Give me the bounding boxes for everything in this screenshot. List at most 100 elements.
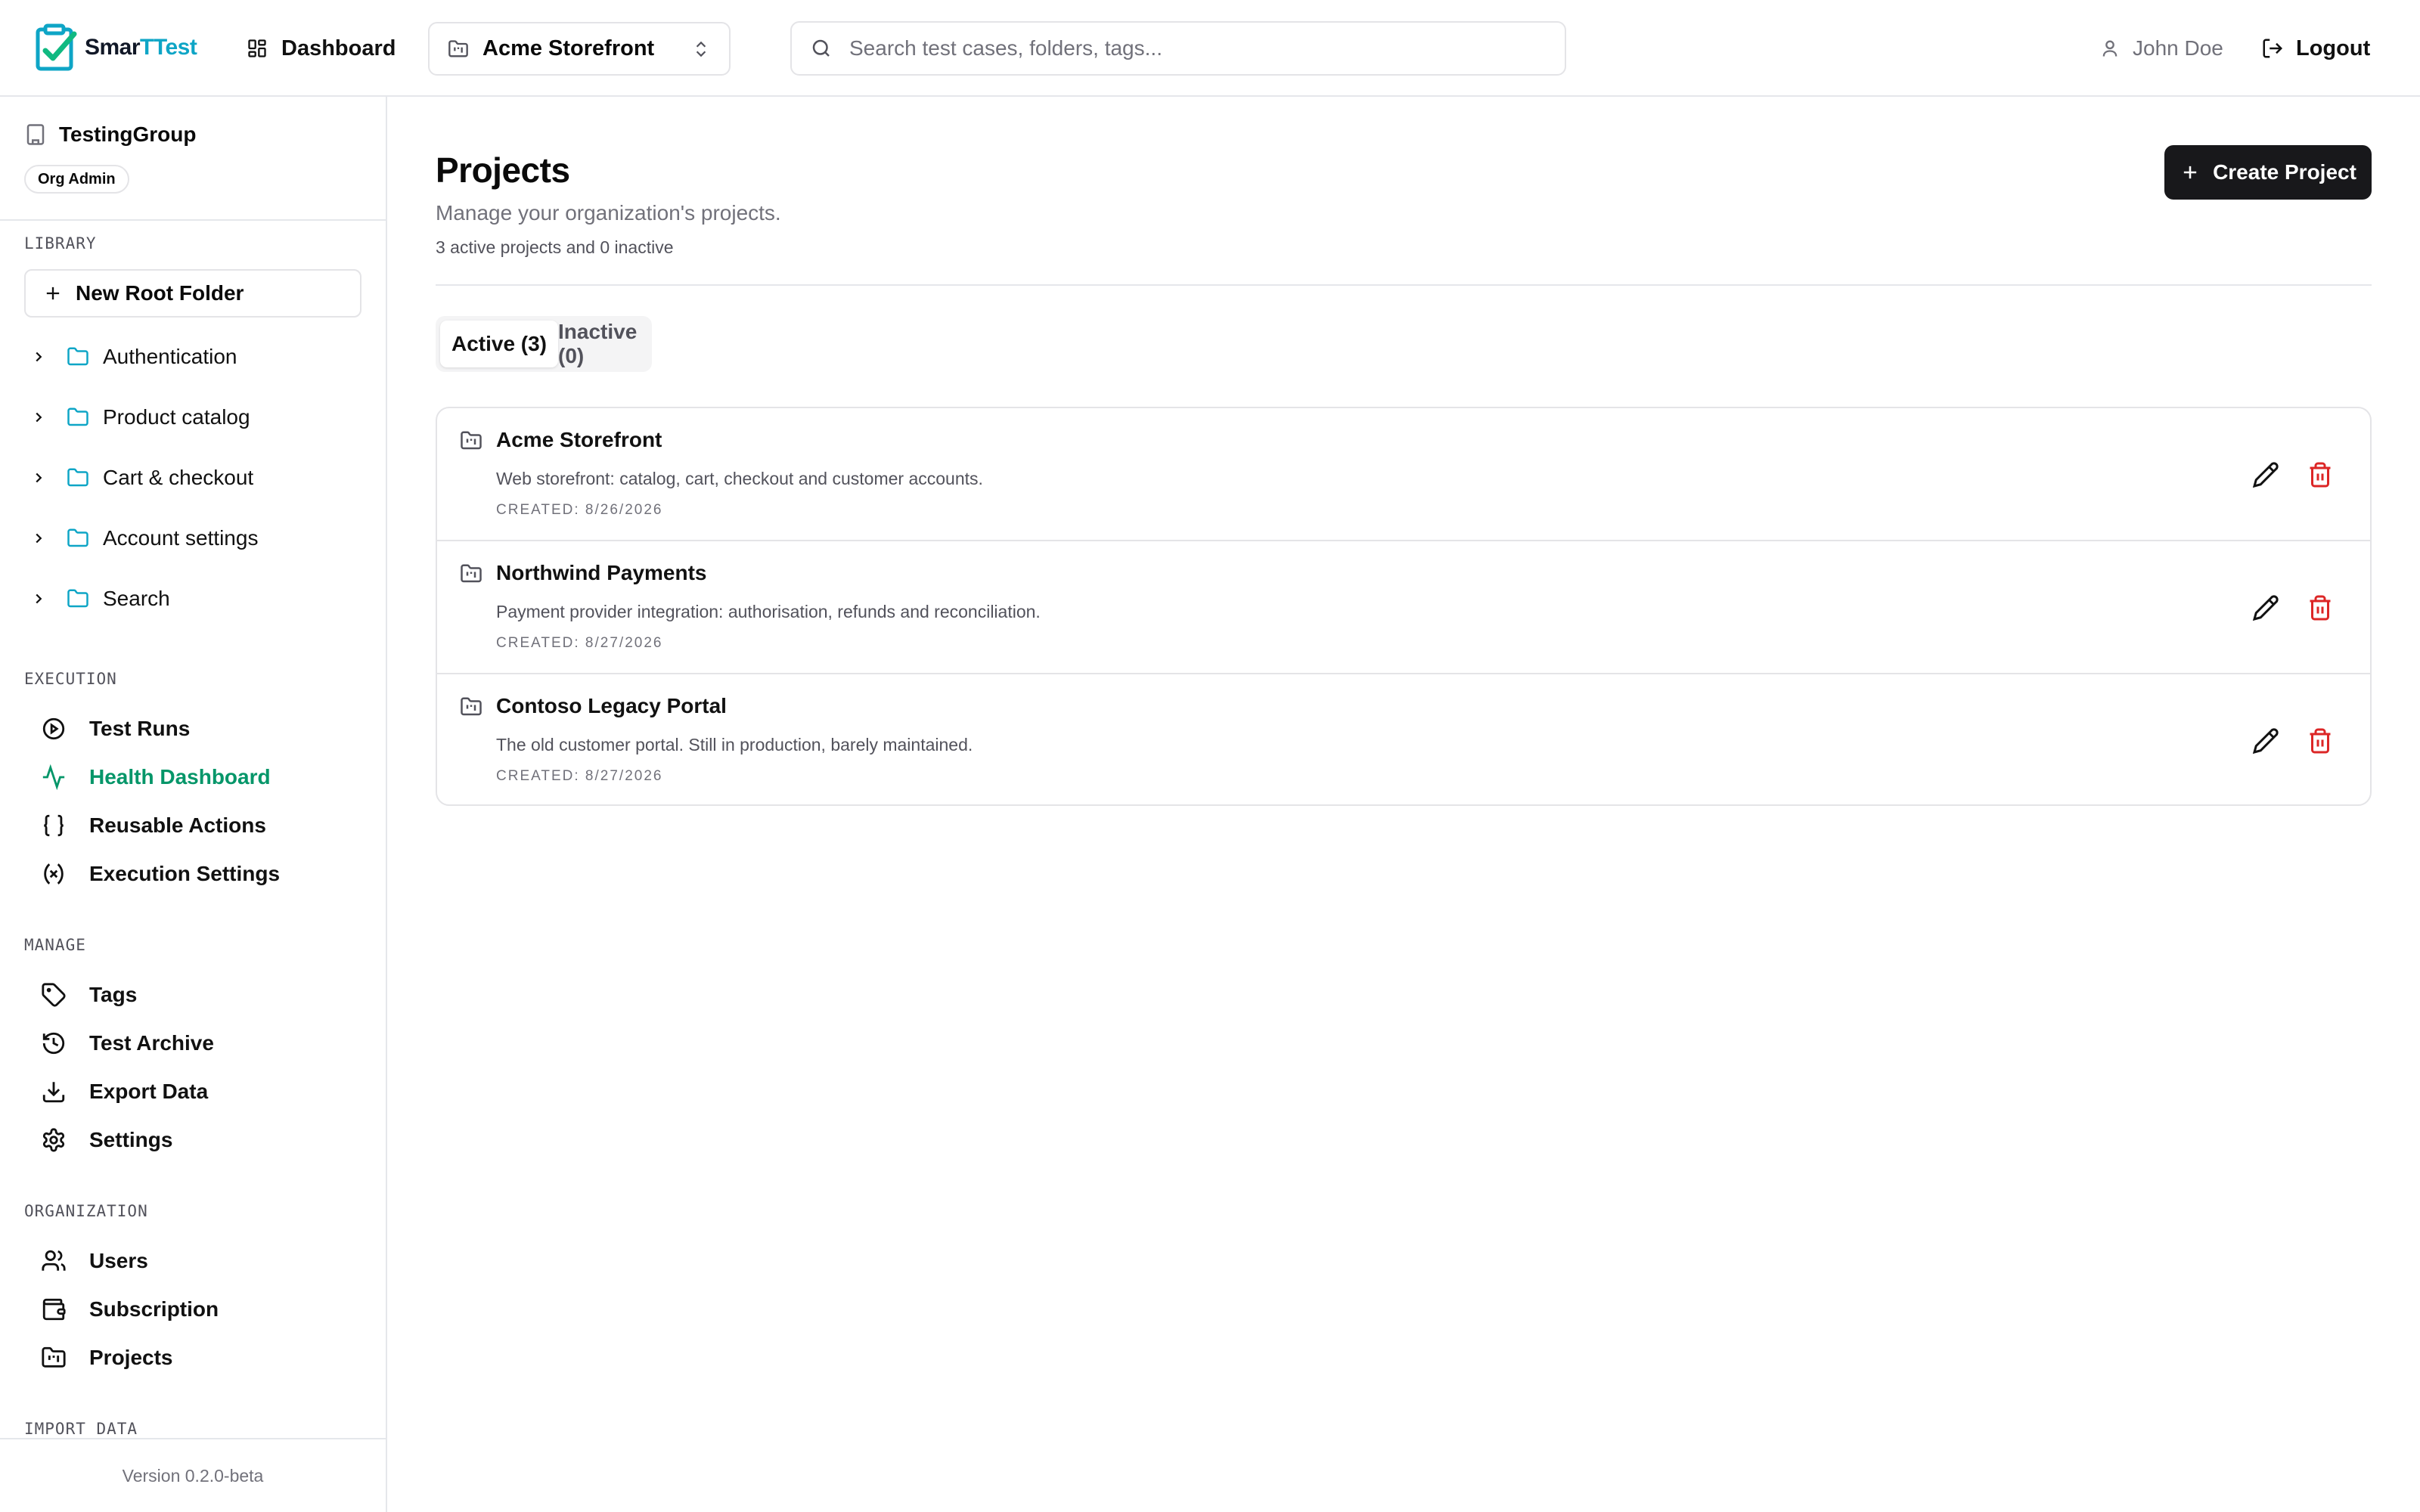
chevron-right-icon[interactable]: [30, 469, 47, 486]
app-logo[interactable]: SmarTTest: [35, 23, 197, 73]
edit-pencil-icon[interactable]: [2252, 727, 2279, 754]
folder-item[interactable]: Account settings: [30, 520, 258, 556]
sidebar-item-test-runs[interactable]: Test Runs: [41, 711, 190, 747]
search-icon: [810, 37, 833, 60]
gear-icon: [41, 1127, 89, 1153]
user-name: John Doe: [2133, 36, 2223, 60]
dashboard-link[interactable]: Dashboard: [247, 30, 396, 67]
sidebar-item-execution-settings[interactable]: Execution Settings: [41, 856, 280, 892]
tab-inactive[interactable]: Inactive (0): [558, 320, 647, 367]
create-project-label: Create Project: [2213, 160, 2356, 184]
folder-kanban-icon: [460, 562, 482, 585]
sidebar-item-reusable-actions[interactable]: Reusable Actions: [41, 807, 266, 844]
chevron-right-icon[interactable]: [30, 530, 47, 547]
edit-pencil-icon[interactable]: [2252, 594, 2279, 621]
sidebar-item-projects[interactable]: Projects: [41, 1340, 173, 1376]
sidebar-item-label: Test Archive: [89, 1031, 214, 1055]
project-status-tabs: Active (3) Inactive (0): [436, 316, 652, 372]
new-root-folder-label: New Root Folder: [76, 281, 244, 305]
page-subtitle: Manage your organization's projects.: [436, 201, 781, 225]
project-created-date: CREATED: 8/27/2026: [496, 635, 663, 651]
folder-label: Account settings: [103, 526, 259, 550]
users-icon: [41, 1248, 89, 1274]
chevron-right-icon[interactable]: [30, 590, 47, 607]
variable-icon: [41, 861, 89, 887]
top-header: SmarTTest Dashboard Acme Storefront John…: [0, 0, 2420, 97]
sidebar-item-test-archive[interactable]: Test Archive: [41, 1025, 214, 1061]
search-input[interactable]: [849, 36, 1530, 60]
project-row[interactable]: Acme Storefront Web storefront: catalog,…: [437, 408, 2370, 541]
sidebar-item-label: Projects: [89, 1346, 173, 1369]
sidebar-item-label: Settings: [89, 1128, 173, 1151]
tag-icon: [41, 982, 89, 1008]
activity-icon: [41, 764, 89, 790]
project-name: Northwind Payments: [496, 561, 707, 584]
folder-item[interactable]: Product catalog: [30, 399, 250, 435]
project-description: Web storefront: catalog, cart, checkout …: [496, 469, 983, 488]
chevron-right-icon[interactable]: [30, 349, 47, 365]
sidebar-item-label: Health Dashboard: [89, 765, 271, 789]
layout-grid-icon: [247, 38, 281, 59]
organization-section-label: ORGANIZATION: [24, 1202, 148, 1220]
manage-section-label: MANAGE: [24, 936, 86, 954]
logout-button[interactable]: Logout: [2261, 30, 2370, 67]
logo-text: SmarTTest: [85, 35, 197, 60]
sidebar-item-settings[interactable]: Settings: [41, 1122, 172, 1158]
user-menu[interactable]: John Doe: [2099, 30, 2223, 67]
search-box[interactable]: [790, 21, 1566, 76]
folder-label: Product catalog: [103, 405, 250, 429]
divider: [0, 219, 386, 221]
folder-icon: [65, 406, 91, 429]
main-content: Projects Manage your organization's proj…: [387, 97, 2420, 1512]
org-name-label: TestingGroup: [59, 122, 197, 146]
project-list: Acme Storefront Web storefront: catalog,…: [436, 407, 2372, 806]
sidebar-item-subscription[interactable]: Subscription: [41, 1291, 219, 1328]
create-project-button[interactable]: Create Project: [2164, 145, 2372, 200]
play-circle-icon: [41, 716, 89, 742]
building-icon: [24, 123, 59, 146]
sidebar: TestingGroup Org Admin LIBRARY New Root …: [0, 97, 387, 1512]
folder-item[interactable]: Cart & checkout: [30, 460, 253, 496]
sidebar-item-tags[interactable]: Tags: [41, 977, 137, 1013]
plus-icon: [42, 283, 76, 304]
project-name: Acme Storefront: [496, 428, 662, 451]
folder-icon: [65, 587, 91, 610]
folder-item[interactable]: Authentication: [30, 339, 237, 375]
delete-trash-icon[interactable]: [2307, 594, 2334, 621]
project-description: The old customer portal. Still in produc…: [496, 735, 973, 754]
execution-section-label: EXECUTION: [24, 670, 117, 688]
folder-icon: [65, 466, 91, 489]
folder-label: Authentication: [103, 345, 237, 368]
chevron-right-icon[interactable]: [30, 409, 47, 426]
page-title: Projects: [436, 150, 570, 190]
org-role-badge: Org Admin: [24, 165, 129, 194]
project-created-date: CREATED: 8/27/2026: [496, 768, 663, 784]
project-row[interactable]: Contoso Legacy Portal The old customer p…: [437, 674, 2370, 804]
edit-pencil-icon[interactable]: [2252, 461, 2279, 488]
folder-item[interactable]: Search: [30, 581, 170, 617]
import-data-section-label: IMPORT DATA: [24, 1420, 138, 1438]
project-description: Payment provider integration: authorisat…: [496, 602, 1041, 621]
logout-icon: [2261, 37, 2296, 60]
plus-icon: [2180, 162, 2213, 183]
delete-trash-icon[interactable]: [2307, 461, 2334, 488]
sidebar-item-label: Subscription: [89, 1297, 219, 1321]
sidebar-item-users[interactable]: Users: [41, 1243, 148, 1279]
sidebar-item-label: Reusable Actions: [89, 813, 266, 837]
sidebar-item-health-dashboard[interactable]: Health Dashboard: [41, 759, 271, 795]
project-selector[interactable]: Acme Storefront: [428, 22, 731, 76]
divider: [436, 284, 2372, 286]
new-root-folder-button[interactable]: New Root Folder: [24, 269, 361, 318]
sidebar-item-label: Test Runs: [89, 717, 191, 740]
project-row[interactable]: Northwind Payments Payment provider inte…: [437, 541, 2370, 674]
tab-active[interactable]: Active (3): [440, 321, 558, 367]
folder-kanban-icon: [41, 1345, 89, 1371]
download-icon: [41, 1079, 89, 1105]
sidebar-item-export-data[interactable]: Export Data: [41, 1074, 208, 1110]
history-icon: [41, 1030, 89, 1056]
sidebar-item-label: Users: [89, 1249, 148, 1272]
chevrons-up-down-icon: [691, 39, 711, 59]
org-name: TestingGroup: [24, 122, 196, 147]
folder-kanban-icon: [460, 429, 482, 452]
delete-trash-icon[interactable]: [2307, 727, 2334, 754]
